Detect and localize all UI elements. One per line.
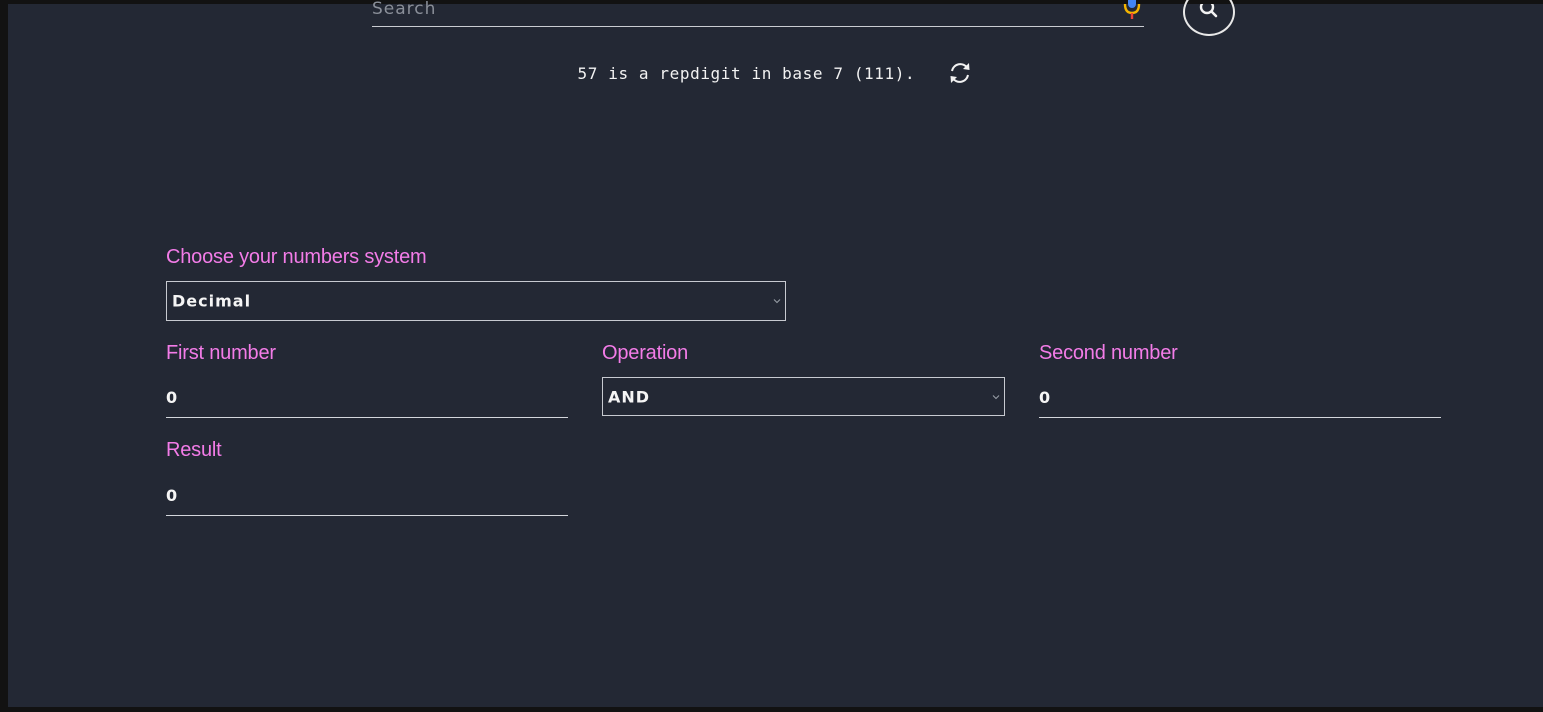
fact-text: 57 is a repdigit in base 7 (111). [577,63,916,83]
result-field [166,474,568,516]
search-button[interactable] [1183,0,1235,36]
number-fact: 57 is a repdigit in base 7 (111). [8,60,1543,86]
result-label: Result [166,439,222,461]
search-bar [372,0,1144,27]
first-number-field [166,376,568,418]
search-icon [1199,4,1218,18]
chevron-down-icon [773,299,781,304]
search-input[interactable] [372,0,1112,20]
second-number-input[interactable] [1039,382,1441,412]
microphone-icon[interactable] [1119,0,1145,20]
second-number-label: Second number [1039,342,1178,364]
number-system-select[interactable]: Decimal [166,281,786,321]
operation-value: AND [608,387,651,406]
page: 57 is a repdigit in base 7 (111). Choose… [8,0,1543,707]
operation-label: Operation [602,342,689,364]
first-number-input[interactable] [166,382,568,412]
chevron-down-icon [992,394,1000,399]
refresh-icon[interactable] [947,60,973,86]
second-number-field [1039,376,1441,418]
number-system-label: Choose your numbers system [166,246,427,268]
result-output[interactable] [166,480,568,510]
first-number-label: First number [166,342,276,364]
operation-select[interactable]: AND [602,377,1005,416]
number-system-value: Decimal [172,291,252,311]
